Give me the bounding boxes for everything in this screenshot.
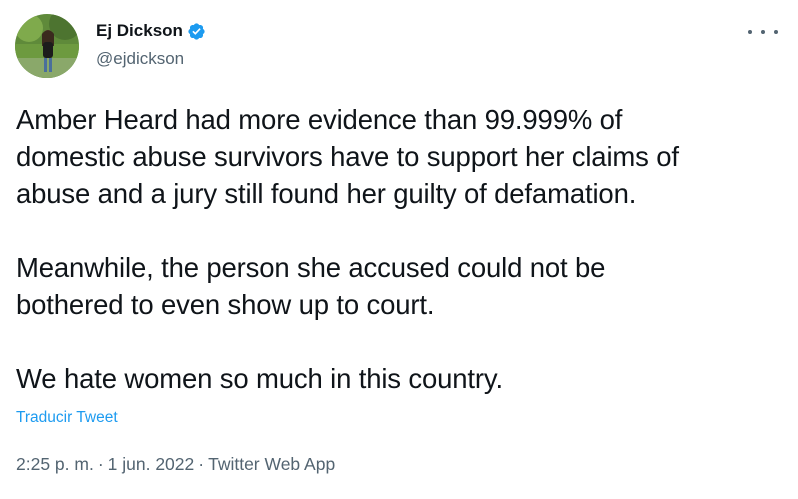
author-display-name[interactable]: Ej Dickson [96,20,183,42]
avatar-photo-icon [15,14,79,78]
separator: · [198,454,205,474]
tweet-card: Ej Dickson @ejdickson Amber Heard had mo… [0,0,798,499]
more-dot [748,30,752,34]
author-block[interactable]: Ej Dickson @ejdickson [96,20,206,69]
translate-tweet-link[interactable]: Traducir Tweet [16,408,118,428]
more-dot [761,30,765,34]
tweet-date[interactable]: 1 jun. 2022 [108,454,195,474]
tweet-metadata: 2:25 p. m. · 1 jun. 2022 · Twitter Web App [16,453,335,475]
separator: · [97,454,104,474]
tweet-source[interactable]: Twitter Web App [208,454,335,474]
more-dot [774,30,778,34]
tweet-paragraph: Amber Heard had more evidence than 99.99… [16,104,679,209]
author-handle[interactable]: @ejdickson [96,49,206,69]
author-name-row: Ej Dickson [96,20,206,42]
tweet-paragraph: Meanwhile, the person she accused could … [16,252,606,320]
tweet-time[interactable]: 2:25 p. m. [16,454,94,474]
tweet-paragraph: We hate women so much in this country. [16,363,503,394]
avatar[interactable] [15,14,79,78]
more-options-icon[interactable] [748,22,778,42]
tweet-text: Amber Heard had more evidence than 99.99… [16,101,786,397]
verified-badge-icon[interactable] [187,22,206,41]
